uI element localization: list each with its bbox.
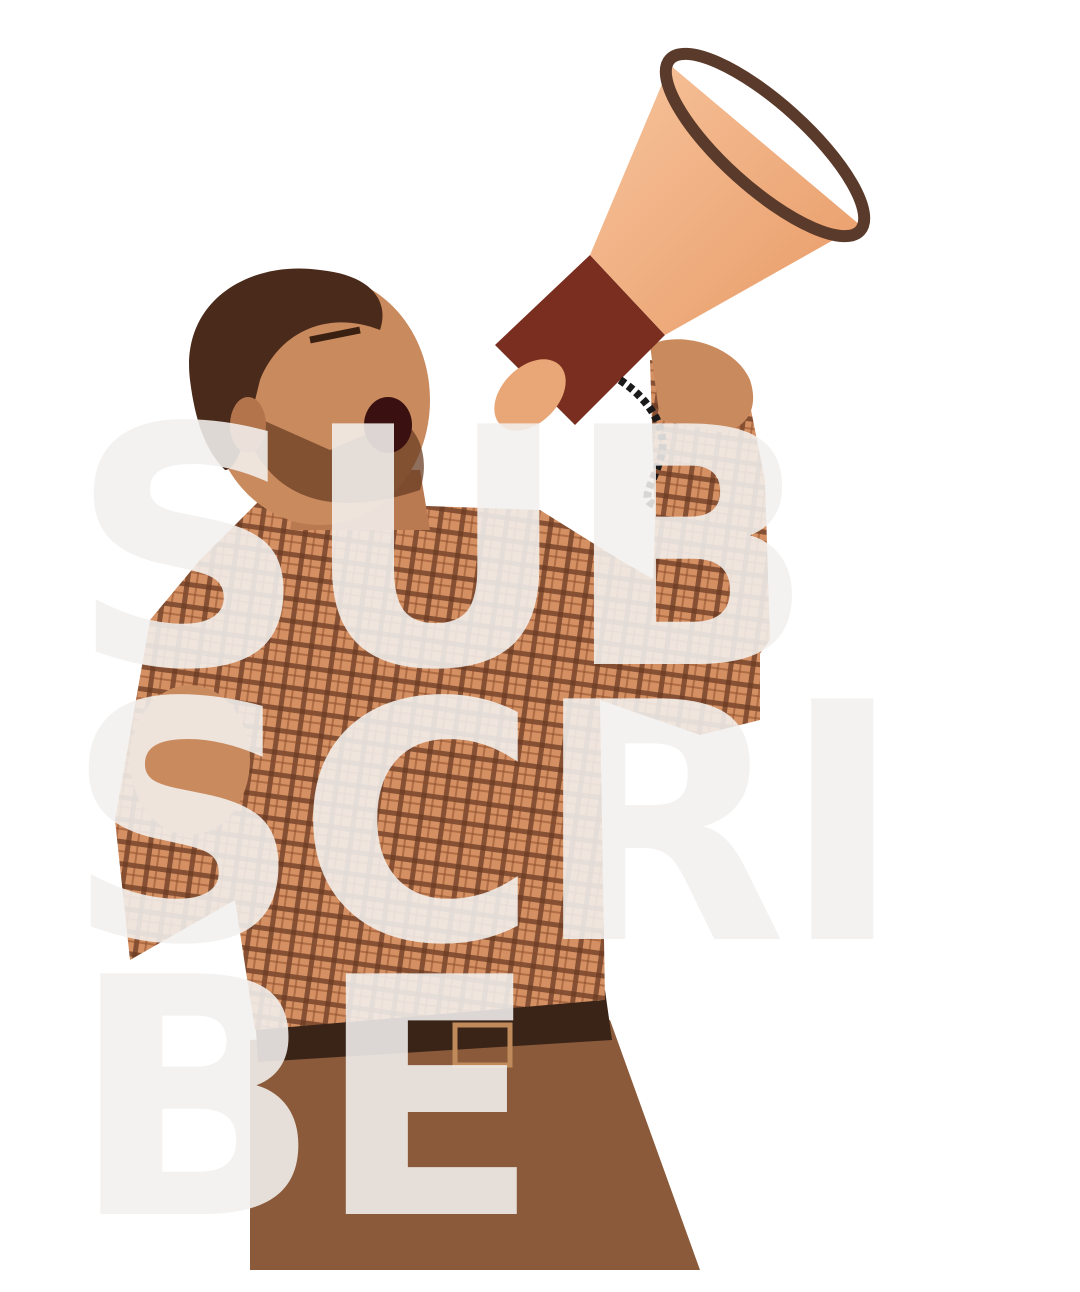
ear bbox=[230, 397, 266, 453]
raised-hand bbox=[650, 339, 754, 432]
left-fist bbox=[130, 685, 250, 835]
megaphone-bell bbox=[590, 65, 860, 335]
open-mouth bbox=[364, 397, 412, 453]
photo-man-shouting-into-megaphone bbox=[115, 47, 871, 1270]
